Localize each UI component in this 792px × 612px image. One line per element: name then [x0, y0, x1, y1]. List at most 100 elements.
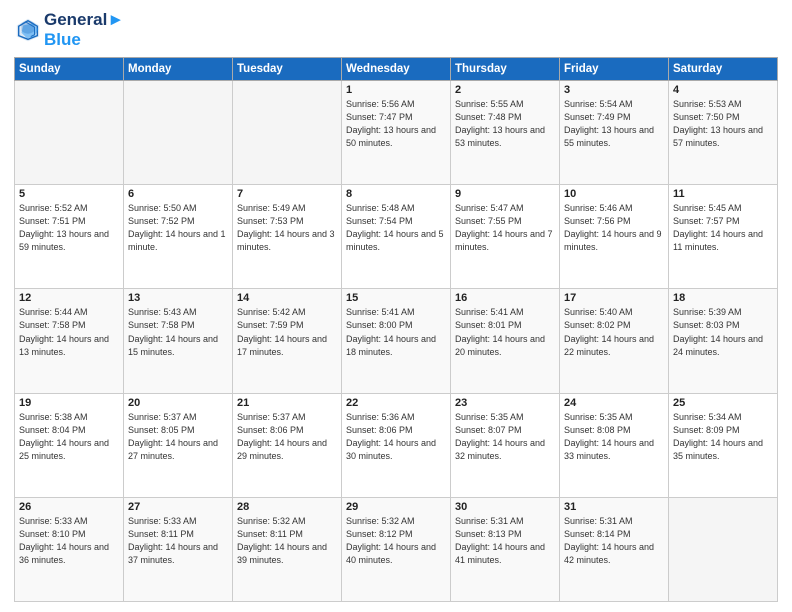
day-info: Sunrise: 5:54 AMSunset: 7:49 PMDaylight:…	[564, 98, 664, 150]
day-number: 6	[128, 188, 228, 200]
day-info: Sunrise: 5:35 AMSunset: 8:08 PMDaylight:…	[564, 411, 664, 463]
day-info: Sunrise: 5:43 AMSunset: 7:58 PMDaylight:…	[128, 306, 228, 358]
calendar-cell: 7 Sunrise: 5:49 AMSunset: 7:53 PMDaylight…	[233, 185, 342, 289]
day-number: 22	[346, 397, 446, 409]
logo-blue: Blue	[44, 30, 124, 50]
weekday-header-wednesday: Wednesday	[342, 58, 451, 81]
day-number: 3	[564, 84, 664, 96]
day-info: Sunrise: 5:52 AMSunset: 7:51 PMDaylight:…	[19, 202, 119, 254]
day-number: 19	[19, 397, 119, 409]
day-info: Sunrise: 5:50 AMSunset: 7:52 PMDaylight:…	[128, 202, 228, 254]
day-info: Sunrise: 5:33 AMSunset: 8:10 PMDaylight:…	[19, 515, 119, 567]
calendar-cell: 21 Sunrise: 5:37 AMSunset: 8:06 PMDayligh…	[233, 393, 342, 497]
day-number: 29	[346, 501, 446, 513]
day-number: 17	[564, 292, 664, 304]
day-info: Sunrise: 5:35 AMSunset: 8:07 PMDaylight:…	[455, 411, 555, 463]
day-number: 20	[128, 397, 228, 409]
day-info: Sunrise: 5:31 AMSunset: 8:13 PMDaylight:…	[455, 515, 555, 567]
day-number: 25	[673, 397, 773, 409]
calendar-table: SundayMondayTuesdayWednesdayThursdayFrid…	[14, 57, 778, 602]
day-number: 28	[237, 501, 337, 513]
day-info: Sunrise: 5:34 AMSunset: 8:09 PMDaylight:…	[673, 411, 773, 463]
calendar-cell: 13 Sunrise: 5:43 AMSunset: 7:58 PMDayligh…	[124, 289, 233, 393]
calendar-cell: 14 Sunrise: 5:42 AMSunset: 7:59 PMDayligh…	[233, 289, 342, 393]
day-number: 9	[455, 188, 555, 200]
weekday-header-thursday: Thursday	[451, 58, 560, 81]
calendar-cell: 6 Sunrise: 5:50 AMSunset: 7:52 PMDaylight…	[124, 185, 233, 289]
day-number: 10	[564, 188, 664, 200]
calendar-cell: 11 Sunrise: 5:45 AMSunset: 7:57 PMDayligh…	[669, 185, 778, 289]
weekday-header-friday: Friday	[560, 58, 669, 81]
weekday-header-monday: Monday	[124, 58, 233, 81]
day-info: Sunrise: 5:44 AMSunset: 7:58 PMDaylight:…	[19, 306, 119, 358]
day-number: 26	[19, 501, 119, 513]
day-number: 13	[128, 292, 228, 304]
day-number: 21	[237, 397, 337, 409]
calendar-cell: 22 Sunrise: 5:36 AMSunset: 8:06 PMDayligh…	[342, 393, 451, 497]
weekday-header-tuesday: Tuesday	[233, 58, 342, 81]
calendar-cell: 18 Sunrise: 5:39 AMSunset: 8:03 PMDayligh…	[669, 289, 778, 393]
calendar-cell: 29 Sunrise: 5:32 AMSunset: 8:12 PMDayligh…	[342, 497, 451, 601]
day-number: 30	[455, 501, 555, 513]
day-info: Sunrise: 5:53 AMSunset: 7:50 PMDaylight:…	[673, 98, 773, 150]
calendar-cell	[233, 81, 342, 185]
calendar-cell: 19 Sunrise: 5:38 AMSunset: 8:04 PMDayligh…	[15, 393, 124, 497]
day-info: Sunrise: 5:42 AMSunset: 7:59 PMDaylight:…	[237, 306, 337, 358]
logo: General► Blue	[14, 10, 124, 49]
day-number: 24	[564, 397, 664, 409]
calendar-week-4: 19 Sunrise: 5:38 AMSunset: 8:04 PMDayligh…	[15, 393, 778, 497]
day-info: Sunrise: 5:39 AMSunset: 8:03 PMDaylight:…	[673, 306, 773, 358]
calendar-cell: 31 Sunrise: 5:31 AMSunset: 8:14 PMDayligh…	[560, 497, 669, 601]
day-number: 18	[673, 292, 773, 304]
day-number: 15	[346, 292, 446, 304]
calendar-cell: 12Sunrise: 5:44 AMSunset: 7:58 PMDayligh…	[15, 289, 124, 393]
day-info: Sunrise: 5:49 AMSunset: 7:53 PMDaylight:…	[237, 202, 337, 254]
day-info: Sunrise: 5:33 AMSunset: 8:11 PMDaylight:…	[128, 515, 228, 567]
day-info: Sunrise: 5:41 AMSunset: 8:01 PMDaylight:…	[455, 306, 555, 358]
day-info: Sunrise: 5:47 AMSunset: 7:55 PMDaylight:…	[455, 202, 555, 254]
day-info: Sunrise: 5:32 AMSunset: 8:11 PMDaylight:…	[237, 515, 337, 567]
day-info: Sunrise: 5:41 AMSunset: 8:00 PMDaylight:…	[346, 306, 446, 358]
calendar-cell: 2 Sunrise: 5:55 AMSunset: 7:48 PMDaylight…	[451, 81, 560, 185]
calendar-cell: 15 Sunrise: 5:41 AMSunset: 8:00 PMDayligh…	[342, 289, 451, 393]
logo-icon	[14, 16, 42, 44]
calendar-cell: 3 Sunrise: 5:54 AMSunset: 7:49 PMDaylight…	[560, 81, 669, 185]
day-info: Sunrise: 5:46 AMSunset: 7:56 PMDaylight:…	[564, 202, 664, 254]
calendar-page: General► Blue SundayMondayTuesdayWednesd…	[0, 0, 792, 612]
day-number: 14	[237, 292, 337, 304]
day-info: Sunrise: 5:40 AMSunset: 8:02 PMDaylight:…	[564, 306, 664, 358]
weekday-header-row: SundayMondayTuesdayWednesdayThursdayFrid…	[15, 58, 778, 81]
calendar-cell	[669, 497, 778, 601]
calendar-cell: 25 Sunrise: 5:34 AMSunset: 8:09 PMDayligh…	[669, 393, 778, 497]
calendar-cell	[124, 81, 233, 185]
day-info: Sunrise: 5:45 AMSunset: 7:57 PMDaylight:…	[673, 202, 773, 254]
day-info: Sunrise: 5:48 AMSunset: 7:54 PMDaylight:…	[346, 202, 446, 254]
day-number: 23	[455, 397, 555, 409]
day-number: 31	[564, 501, 664, 513]
calendar-cell	[15, 81, 124, 185]
day-number: 8	[346, 188, 446, 200]
day-info: Sunrise: 5:37 AMSunset: 8:05 PMDaylight:…	[128, 411, 228, 463]
day-info: Sunrise: 5:32 AMSunset: 8:12 PMDaylight:…	[346, 515, 446, 567]
day-number: 7	[237, 188, 337, 200]
calendar-cell: 16 Sunrise: 5:41 AMSunset: 8:01 PMDayligh…	[451, 289, 560, 393]
calendar-cell: 9 Sunrise: 5:47 AMSunset: 7:55 PMDaylight…	[451, 185, 560, 289]
calendar-cell: 20 Sunrise: 5:37 AMSunset: 8:05 PMDayligh…	[124, 393, 233, 497]
calendar-cell: 27 Sunrise: 5:33 AMSunset: 8:11 PMDayligh…	[124, 497, 233, 601]
day-info: Sunrise: 5:36 AMSunset: 8:06 PMDaylight:…	[346, 411, 446, 463]
day-info: Sunrise: 5:56 AMSunset: 7:47 PMDaylight:…	[346, 98, 446, 150]
day-info: Sunrise: 5:31 AMSunset: 8:14 PMDaylight:…	[564, 515, 664, 567]
calendar-week-5: 26 Sunrise: 5:33 AMSunset: 8:10 PMDayligh…	[15, 497, 778, 601]
day-number: 5	[19, 188, 119, 200]
day-info: Sunrise: 5:37 AMSunset: 8:06 PMDaylight:…	[237, 411, 337, 463]
day-info: Sunrise: 5:38 AMSunset: 8:04 PMDaylight:…	[19, 411, 119, 463]
day-number: 27	[128, 501, 228, 513]
calendar-cell: 8 Sunrise: 5:48 AMSunset: 7:54 PMDaylight…	[342, 185, 451, 289]
day-number: 16	[455, 292, 555, 304]
calendar-cell: 17 Sunrise: 5:40 AMSunset: 8:02 PMDayligh…	[560, 289, 669, 393]
page-header: General► Blue	[14, 10, 778, 49]
day-number: 2	[455, 84, 555, 96]
calendar-cell: 23 Sunrise: 5:35 AMSunset: 8:07 PMDayligh…	[451, 393, 560, 497]
day-info: Sunrise: 5:55 AMSunset: 7:48 PMDaylight:…	[455, 98, 555, 150]
day-number: 11	[673, 188, 773, 200]
